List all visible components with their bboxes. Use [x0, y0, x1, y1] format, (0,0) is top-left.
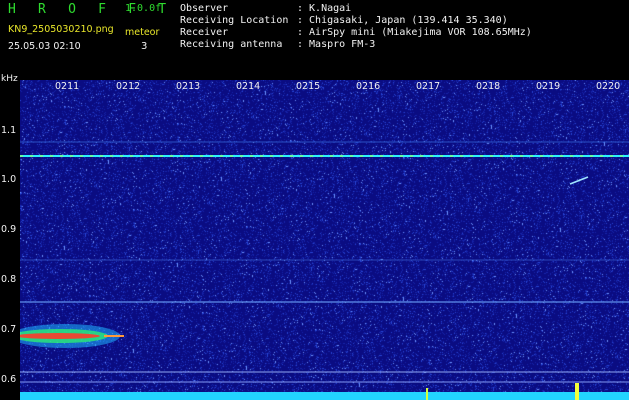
info-key-location: Receiving Location: [180, 15, 289, 26]
hrofft-window: H R O F F T 1.0.0f KN9_2505030210.png 25…: [0, 0, 629, 400]
y-tick-label: 0.9: [1, 224, 17, 235]
info-key-receiver: Receiver: [180, 27, 229, 38]
x-tick-label: 0211: [55, 81, 80, 92]
x-tick-label: 0214: [236, 81, 261, 92]
x-tick-label: 0216: [356, 81, 381, 92]
x-tick-label: 0212: [116, 81, 141, 92]
x-tick-label: 0213: [176, 81, 201, 92]
info-key-observer: Observer: [180, 3, 229, 14]
noise-spike: [426, 388, 428, 400]
y-tick-label: 0.6: [1, 374, 17, 385]
y-tick-label: 1.0: [1, 174, 17, 185]
spectrogram-features: [20, 141, 629, 400]
meteor-count: 3: [141, 41, 148, 52]
x-tick-label: 0219: [536, 81, 561, 92]
capture-timestamp: 25.05.03 02:10: [8, 41, 81, 52]
info-value-location: : Chigasaki, Japan (139.414 35.340): [297, 15, 508, 26]
meteor-echo-small: [569, 176, 589, 185]
info-value-observer: : K.Nagai: [297, 3, 352, 14]
x-tick-label: 0220: [596, 81, 621, 92]
info-value-receiver: : AirSpy mini (Miakejima VOR 108.65MHz): [297, 27, 532, 38]
app-version: 1.0.0f: [125, 3, 162, 14]
y-tick-label: 1.1: [1, 125, 17, 136]
y-tick-label: 0.8: [1, 274, 17, 285]
noise-floor-band: [20, 392, 629, 400]
x-tick-label: 0217: [416, 81, 441, 92]
meteor-label: meteor: [125, 27, 160, 38]
y-tick-label: 0.7: [1, 324, 17, 335]
x-tick-label: 0215: [296, 81, 321, 92]
info-key-antenna: Receiving antenna: [180, 39, 283, 50]
spectrogram: [20, 80, 629, 400]
image-filename: KN9_2505030210.png: [8, 24, 114, 35]
info-value-antenna: : Maspro FM-3: [297, 39, 376, 50]
noise-spike: [575, 383, 579, 400]
x-tick-label: 0218: [476, 81, 501, 92]
y-axis-unit: kHz: [1, 74, 18, 84]
